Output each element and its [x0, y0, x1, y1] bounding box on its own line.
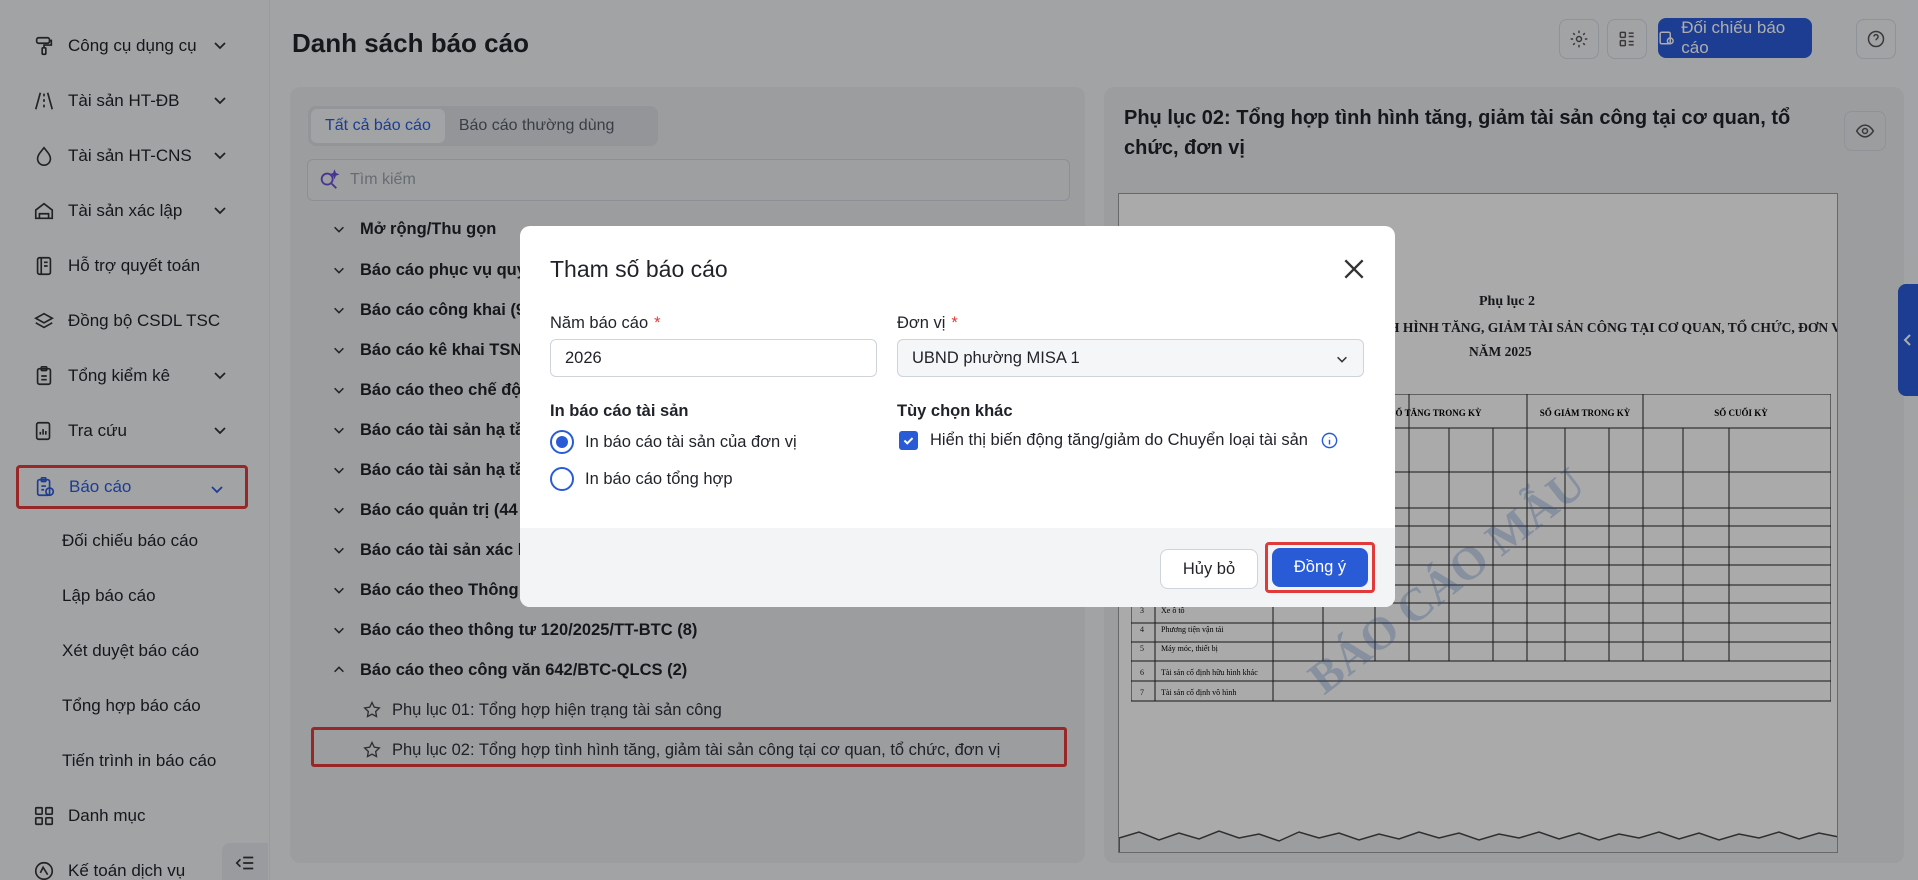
info-icon[interactable]	[1320, 431, 1339, 450]
year-value: 2026	[565, 348, 602, 367]
required-marker: *	[654, 314, 661, 332]
checkbox-checked[interactable]	[899, 431, 918, 450]
unit-value: UBND phường MISA 1	[912, 348, 1080, 367]
unit-field-label: Đơn vị *	[897, 314, 958, 333]
checkbox-label: Hiển thị biến động tăng/giảm do Chuyển l…	[930, 431, 1308, 449]
year-field-label: Năm báo cáo *	[550, 314, 661, 333]
cancel-button[interactable]: Hủy bỏ	[1160, 549, 1258, 589]
ok-button[interactable]: Đồng ý	[1272, 548, 1368, 587]
ok-button-highlight: Đồng ý	[1265, 542, 1375, 593]
radio-label: In báo cáo tài sản của đơn vị	[585, 432, 797, 451]
other-options-label: Tùy chọn khác	[897, 402, 1013, 420]
required-marker: *	[951, 314, 958, 332]
unit-label-text: Đơn vị	[897, 314, 946, 332]
dialog-title: Tham số báo cáo	[550, 256, 728, 282]
report-params-dialog: Tham số báo cáo Năm báo cáo * 2026 Đơn vị…	[520, 226, 1395, 607]
radio-button[interactable]	[550, 467, 574, 491]
radio-label: In báo cáo tổng hợp	[585, 469, 733, 488]
dialog-footer: Hủy bỏ Đồng ý	[520, 528, 1395, 607]
close-icon[interactable]	[1341, 256, 1367, 282]
checkbox-show-reclassification[interactable]: Hiển thị biến động tăng/giảm do Chuyển l…	[899, 431, 1339, 450]
radio-button-selected[interactable]	[550, 430, 574, 454]
chevron-down-icon	[1337, 356, 1347, 363]
year-label-text: Năm báo cáo	[550, 314, 649, 332]
unit-select[interactable]: UBND phường MISA 1	[897, 339, 1364, 377]
check-icon	[903, 437, 914, 445]
radio-print-unit[interactable]: In báo cáo tài sản của đơn vị	[550, 430, 797, 454]
year-input[interactable]: 2026	[550, 339, 877, 377]
print-section-label: In báo cáo tài sản	[550, 402, 689, 420]
radio-print-summary[interactable]: In báo cáo tổng hợp	[550, 467, 733, 491]
